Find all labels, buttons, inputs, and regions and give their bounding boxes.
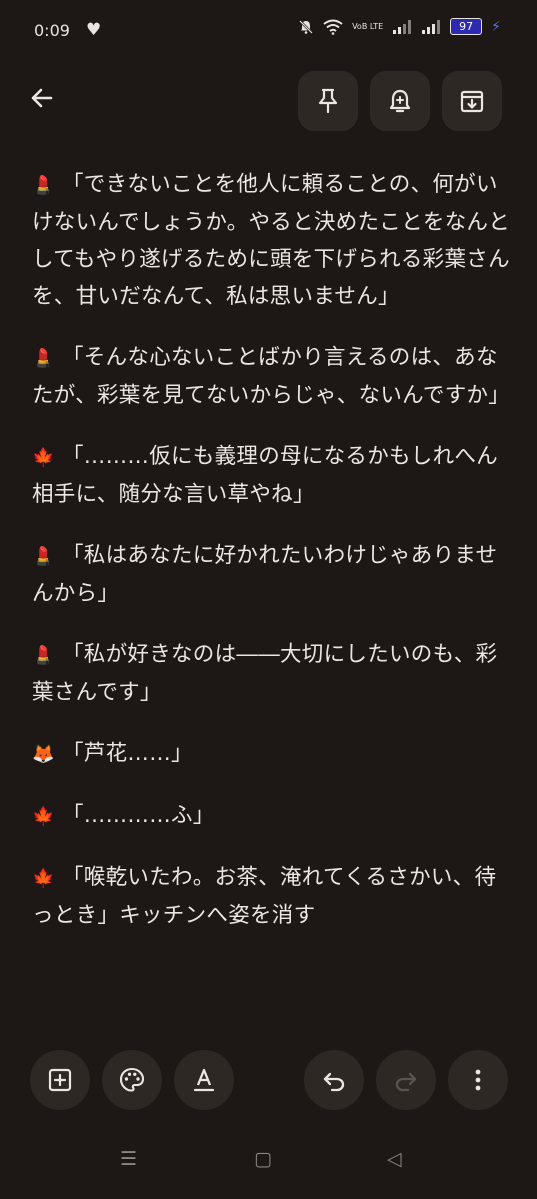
lipstick-emoji: 💄 bbox=[32, 348, 55, 369]
palette-icon bbox=[119, 1067, 145, 1092]
arrow-left-icon bbox=[31, 88, 53, 108]
fox-emoji: 🦊 bbox=[32, 744, 55, 765]
paragraph-text: 「………仮にも義理の母になるかもしれへん相手に、随分な言い草やね」 bbox=[32, 444, 499, 507]
status-icons: VoB LTE 97 ⚡ bbox=[298, 18, 501, 35]
note-body[interactable]: 💄 「できないことを他人に頼ることの、何がいけないんでしょうか。やると決めたことを… bbox=[32, 166, 512, 958]
paragraph-text: 「喉乾いたわ。お茶、淹れてくるさかい、待っとき」キッチンへ姿を消す bbox=[32, 865, 497, 928]
more-options-button[interactable] bbox=[448, 1050, 508, 1110]
redo-icon bbox=[395, 1072, 417, 1092]
paragraph-text: 「…………ふ」 bbox=[62, 803, 215, 828]
paragraph-text: 「私はあなたに好かれたいわけじゃありませんから」 bbox=[32, 543, 498, 606]
lipstick-emoji: 💄 bbox=[32, 175, 55, 196]
maple-leaf-emoji: 🍁 bbox=[32, 806, 55, 827]
charging-icon: ⚡ bbox=[491, 18, 501, 35]
redo-button[interactable] bbox=[376, 1050, 436, 1110]
signal-icon-2 bbox=[422, 19, 441, 34]
note-paragraph: 🍁 「………仮にも義理の母になるかもしれへん相手に、随分な言い草やね」 bbox=[32, 438, 512, 513]
note-paragraph: 🍁 「喉乾いたわ。お茶、淹れてくるさかい、待っとき」キッチンへ姿を消す bbox=[32, 859, 512, 934]
signal-icon bbox=[393, 19, 412, 34]
back-nav-button[interactable]: ◁ bbox=[387, 1148, 402, 1170]
paragraph-text: 「私が好きなのは――大切にしたいのも、彩葉さんです」 bbox=[32, 642, 498, 705]
wifi-icon bbox=[323, 19, 343, 35]
archive-button[interactable] bbox=[442, 71, 502, 131]
bell-plus-icon bbox=[389, 89, 411, 113]
lipstick-emoji: 💄 bbox=[32, 645, 55, 666]
maple-leaf-emoji: 🍁 bbox=[32, 868, 55, 889]
text-format-button[interactable] bbox=[174, 1050, 234, 1110]
lipstick-emoji: 💄 bbox=[32, 546, 55, 567]
undo-icon bbox=[323, 1072, 345, 1092]
paragraph-text: 「そんな心ないことばかり言えるのは、あなたが、彩葉を見てないからじゃ、ないんです… bbox=[32, 345, 511, 408]
pin-icon bbox=[318, 88, 338, 114]
status-bar: 0:09 ♥ VoB LTE 97 ⚡ bbox=[0, 0, 537, 62]
note-paragraph: 💄 「私が好きなのは――大切にしたいのも、彩葉さんです」 bbox=[32, 636, 512, 711]
reminder-button[interactable] bbox=[370, 71, 430, 131]
home-nav-button[interactable]: ▢ bbox=[254, 1148, 272, 1170]
back-button[interactable] bbox=[22, 78, 62, 118]
more-vert-icon bbox=[475, 1069, 481, 1091]
recents-nav-button[interactable]: ☰ bbox=[120, 1148, 137, 1170]
add-content-button[interactable] bbox=[30, 1050, 90, 1110]
volte-indicator: VoB LTE bbox=[352, 21, 384, 31]
background-color-button[interactable] bbox=[102, 1050, 162, 1110]
battery-indicator: 97 bbox=[450, 18, 483, 35]
system-nav-bar: ☰ ▢ ◁ bbox=[0, 1140, 537, 1190]
maple-leaf-emoji: 🍁 bbox=[32, 447, 55, 468]
pin-button[interactable] bbox=[298, 71, 358, 131]
heart-icon: ♥ bbox=[86, 20, 102, 40]
note-paragraph: 🍁 「…………ふ」 bbox=[32, 797, 512, 835]
note-paragraph: 💄 「そんな心ないことばかり言えるのは、あなたが、彩葉を見てないからじゃ、ないんで… bbox=[32, 339, 512, 414]
bell-off-icon bbox=[299, 19, 313, 34]
top-app-bar bbox=[0, 70, 537, 132]
paragraph-text: 「できないことを他人に頼ることの、何がいけないんでしょうか。やると決めたことをな… bbox=[32, 172, 511, 309]
archive-icon bbox=[460, 90, 484, 113]
paragraph-text: 「芦花……」 bbox=[62, 741, 193, 766]
status-time: 0:09 bbox=[34, 21, 70, 40]
text-format-icon bbox=[193, 1068, 215, 1092]
note-paragraph: 💄 「私はあなたに好かれたいわけじゃありませんから」 bbox=[32, 537, 512, 612]
note-paragraph: 💄 「できないことを他人に頼ることの、何がいけないんでしょうか。やると決めたことを… bbox=[32, 166, 512, 315]
bottom-toolbar bbox=[0, 1050, 537, 1112]
undo-button[interactable] bbox=[304, 1050, 364, 1110]
note-paragraph: 🦊 「芦花……」 bbox=[32, 735, 512, 773]
plus-box-icon bbox=[48, 1068, 72, 1092]
